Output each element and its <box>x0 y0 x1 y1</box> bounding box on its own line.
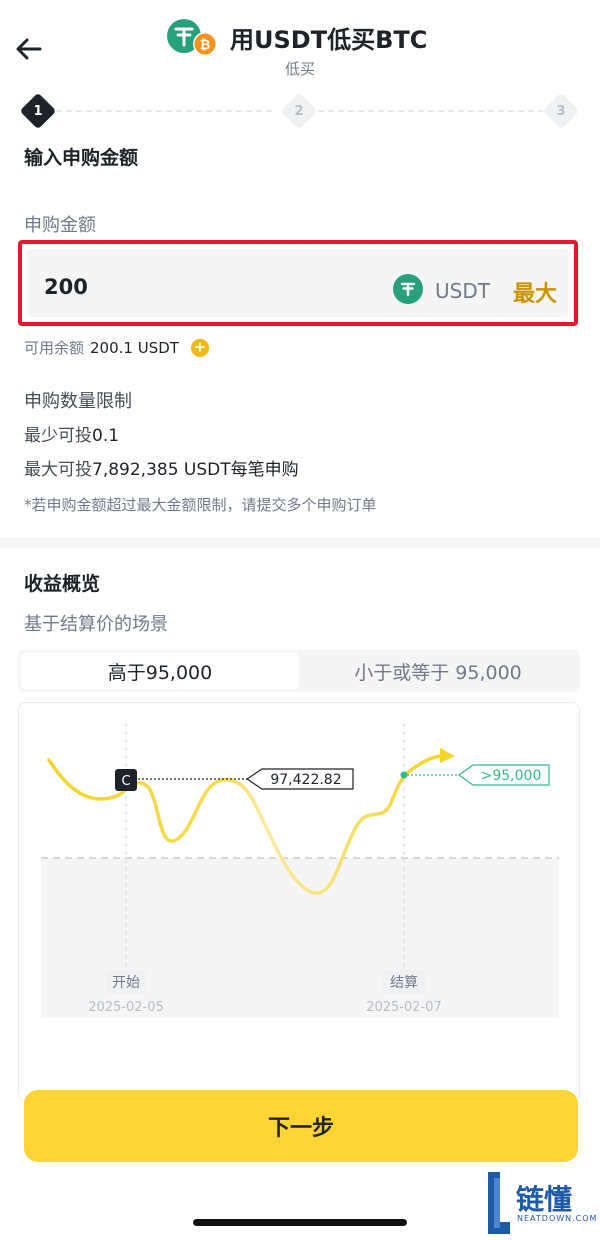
returns-title: 收益概览 <box>24 573 101 595</box>
page-subtitle: 低买 <box>284 60 315 78</box>
max-button[interactable]: 最大 <box>513 276 557 308</box>
amount-input-highlight: USDT 最大 <box>18 240 578 326</box>
stepper-step-3: 3 <box>542 92 580 130</box>
settle-point <box>400 771 408 779</box>
watermark: 链懂 NEATDOWN.COM <box>486 1170 596 1238</box>
tab-below-or-equal[interactable]: 小于或等于 95,000 <box>299 653 577 689</box>
chart-svg: C 97,422.82 >95,000 开始 2025-02-05 结算 202… <box>41 723 559 1018</box>
start-marker-label: C <box>121 774 130 789</box>
settle-axis-label: 结算 <box>383 970 425 994</box>
currency-label: USDT <box>435 279 490 303</box>
amount-field[interactable]: USDT 最大 <box>27 249 569 317</box>
home-indicator <box>193 1219 407 1226</box>
available-balance: 可用余额 200.1 USDT + <box>24 337 209 358</box>
start-date-label: 2025-02-05 <box>88 1000 164 1015</box>
watermark-sub: NEATDOWN.COM <box>517 1214 598 1223</box>
target-tag-label: >95,000 <box>481 768 542 784</box>
returns-chart: C 97,422.82 >95,000 开始 2025-02-05 结算 202… <box>18 702 580 1102</box>
available-value: 200.1 USDT <box>90 338 179 357</box>
section-divider <box>0 538 600 548</box>
svg-text:结算: 结算 <box>390 975 418 991</box>
min-limit: 最少可投0.1 <box>24 426 120 446</box>
scenario-tabs: 高于95,000 小于或等于 95,000 <box>18 650 580 692</box>
page-title: 用USDT低买BTC <box>230 26 428 54</box>
amount-input[interactable] <box>44 275 244 299</box>
next-button[interactable]: 下一步 <box>24 1090 578 1162</box>
start-axis-label: 开始 <box>105 970 147 994</box>
usdt-icon <box>393 274 423 304</box>
stepper-line <box>318 110 543 112</box>
section-title: 输入申购金额 <box>24 147 139 169</box>
max-limit: 最大可投7,892,385 USDT每笔申购 <box>24 460 299 480</box>
stepper-line <box>56 110 276 112</box>
svg-text:₿: ₿ <box>200 38 211 53</box>
limits-title: 申购数量限制 <box>24 391 132 412</box>
trend-arrow-icon <box>440 748 455 763</box>
limit-note: *若申购金额超过最大金额限制，请提交多个申购订单 <box>24 496 377 514</box>
add-funds-icon[interactable]: + <box>190 338 209 357</box>
price-tag-label: 97,422.82 <box>270 772 341 788</box>
usdt-btc-pair-icon: ₿ <box>167 18 219 58</box>
available-label: 可用余额 <box>24 339 85 357</box>
tab-above[interactable]: 高于95,000 <box>21 653 299 689</box>
stepper-step-1: 1 <box>19 92 57 130</box>
returns-subtitle: 基于结算价的场景 <box>24 614 168 635</box>
settle-date-label: 2025-02-07 <box>366 1000 442 1015</box>
svg-text:开始: 开始 <box>112 975 140 991</box>
amount-label: 申购金额 <box>24 215 96 236</box>
watermark-logo-icon <box>488 1172 510 1234</box>
price-tag: 97,422.82 <box>245 768 354 790</box>
start-marker: C <box>115 769 137 791</box>
watermark-text: 链懂 <box>516 1183 573 1216</box>
target-tag: >95,000 <box>457 764 550 786</box>
stepper-step-2: 2 <box>280 92 318 130</box>
